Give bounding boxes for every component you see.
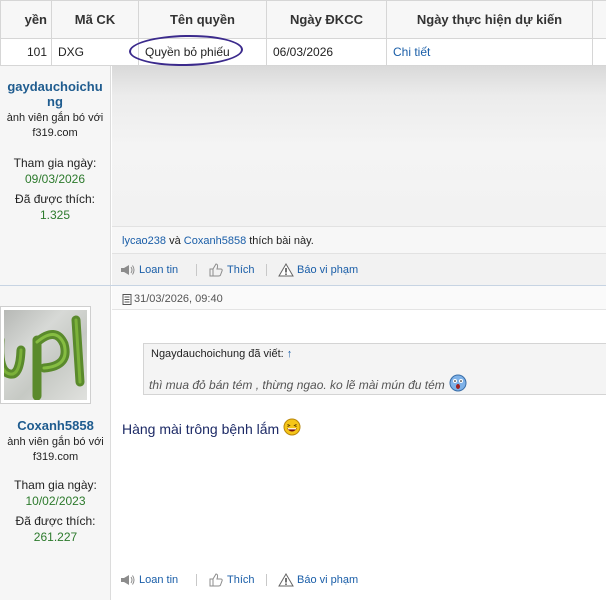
quote-text-content: thì mua đỏ bán tém , thừng ngao. ko lẽ m… bbox=[149, 377, 445, 392]
report-button[interactable]: Báo vi phạm bbox=[278, 263, 358, 277]
avatar[interactable] bbox=[0, 306, 91, 404]
share-label: Loan tin bbox=[139, 264, 179, 276]
post-message: Hàng mài trông bệnh lắm bbox=[122, 418, 301, 439]
likes-label: Đã được thích: bbox=[15, 192, 95, 206]
jump-to-quote-arrow[interactable]: ↑ bbox=[287, 348, 293, 360]
cell-extra bbox=[592, 38, 606, 66]
report-label: Báo vi phạm bbox=[297, 574, 359, 586]
cell-record-date: 06/03/2026 bbox=[266, 38, 387, 66]
like-label: Thích bbox=[227, 574, 255, 586]
table-row: 101 DXG Quyền bỏ phiếu 06/03/2026 Chi ti… bbox=[0, 38, 606, 66]
action-divider bbox=[196, 264, 197, 276]
user-title-line1: ành viên gắn bó với bbox=[7, 436, 104, 448]
post-date-text: 31/03/2026, 09:40 bbox=[134, 293, 223, 305]
megaphone-icon bbox=[120, 573, 136, 587]
action-divider bbox=[196, 574, 197, 586]
likes-suffix: thích bài này. bbox=[249, 235, 314, 247]
col-header-record-date: Ngày ĐKCC bbox=[266, 0, 387, 39]
cell-right-name: Quyền bỏ phiếu bbox=[138, 38, 267, 66]
username-line1: gaydauchoichu bbox=[7, 79, 103, 94]
table-header-row: yền Mã CK Tên quyền Ngày ĐKCC Ngày thực … bbox=[0, 0, 606, 39]
quote-text: thì mua đỏ bán tém , thừng ngao. ko lẽ m… bbox=[149, 374, 467, 395]
post-coxanh5858: Coxanh5858 ành viên gắn bó với f319.com … bbox=[0, 285, 606, 600]
post-actions: Loan tin Thích Báo vi phạm bbox=[112, 255, 606, 285]
action-divider bbox=[266, 574, 267, 586]
username-link[interactable]: Coxanh5858 bbox=[0, 418, 111, 433]
col-header-ticker: Mã CK bbox=[51, 0, 139, 39]
user-title-line2: f319.com bbox=[32, 127, 78, 139]
post-message-text: Hàng mài trông bệnh lắm bbox=[122, 420, 280, 437]
likes-value: 261.227 bbox=[33, 530, 78, 544]
quote-author-text: Ngaydauchoichung đã viết: bbox=[151, 348, 284, 360]
joined-label: Tham gia ngày: bbox=[14, 478, 97, 492]
surprised-emoji-icon bbox=[449, 374, 467, 395]
avatar-image bbox=[4, 315, 85, 400]
cell-number: 101 bbox=[0, 38, 52, 66]
liker-link-2[interactable]: Coxanh5858 bbox=[184, 235, 246, 247]
post-actions: Loan tin Thích Báo vi phạm bbox=[112, 565, 606, 595]
likes-value: 1.325 bbox=[39, 208, 71, 222]
megaphone-icon bbox=[120, 263, 136, 277]
likes-summary: lycao238 và Coxanh5858 thích bài này. bbox=[112, 226, 606, 254]
quote-block: Ngaydauchoichung đã viết: ↑ thì mua đỏ b… bbox=[143, 343, 606, 395]
quote-author: Ngaydauchoichung đã viết: ↑ bbox=[151, 348, 292, 360]
user-info-panel: gaydauchoichu ng ành viên gắn bó với f31… bbox=[0, 66, 111, 285]
report-label: Báo vi phạm bbox=[297, 264, 359, 276]
col-header-rights-count: yền bbox=[0, 0, 52, 39]
post-ngaydauchoichung: gaydauchoichu ng ành viên gắn bó với f31… bbox=[0, 66, 606, 285]
joined-value: 10/02/2023 bbox=[25, 494, 86, 508]
share-button[interactable]: Loan tin bbox=[120, 263, 178, 277]
report-button[interactable]: Báo vi phạm bbox=[278, 573, 358, 587]
like-button[interactable]: Thích bbox=[208, 263, 255, 277]
liker-link-1[interactable]: lycao238 bbox=[122, 235, 166, 247]
rights-table: yền Mã CK Tên quyền Ngày ĐKCC Ngày thực … bbox=[0, 0, 606, 66]
col-header-right-name: Tên quyền bbox=[138, 0, 267, 39]
col-header-extra bbox=[592, 0, 606, 39]
warning-icon bbox=[278, 263, 294, 277]
like-button[interactable]: Thích bbox=[208, 573, 255, 587]
username-line2: ng bbox=[47, 94, 63, 109]
document-icon bbox=[122, 293, 132, 305]
action-divider bbox=[266, 264, 267, 276]
user-title: ành viên gắn bó với f319.com bbox=[0, 111, 110, 141]
likes-and: và bbox=[169, 235, 181, 247]
cell-ticker: DXG bbox=[51, 38, 139, 66]
details-link[interactable]: Chi tiết bbox=[386, 38, 593, 66]
user-title-line1: ành viên gắn bó với bbox=[6, 112, 104, 124]
laughing-emoji-icon bbox=[283, 418, 301, 439]
share-label: Loan tin bbox=[139, 574, 179, 586]
thumbs-up-icon bbox=[208, 573, 224, 587]
joined-value: 09/03/2026 bbox=[24, 172, 86, 186]
share-button[interactable]: Loan tin bbox=[120, 573, 178, 587]
username-link[interactable]: gaydauchoichu ng bbox=[0, 79, 110, 109]
post-date[interactable]: 31/03/2026, 09:40 bbox=[122, 293, 223, 305]
user-info-panel: Coxanh5858 ành viên gắn bó với f319.com … bbox=[0, 286, 111, 600]
user-title-line2: f319.com bbox=[32, 451, 79, 463]
likes-label: Đã được thích: bbox=[15, 514, 96, 528]
joined-label: Tham gia ngày: bbox=[13, 156, 97, 170]
like-label: Thích bbox=[227, 264, 255, 276]
thumbs-up-icon bbox=[208, 263, 224, 277]
col-header-expected-date: Ngày thực hiện dự kiến bbox=[386, 0, 593, 39]
warning-icon bbox=[278, 573, 294, 587]
user-title: ành viên gắn bó với f319.com bbox=[0, 435, 111, 465]
